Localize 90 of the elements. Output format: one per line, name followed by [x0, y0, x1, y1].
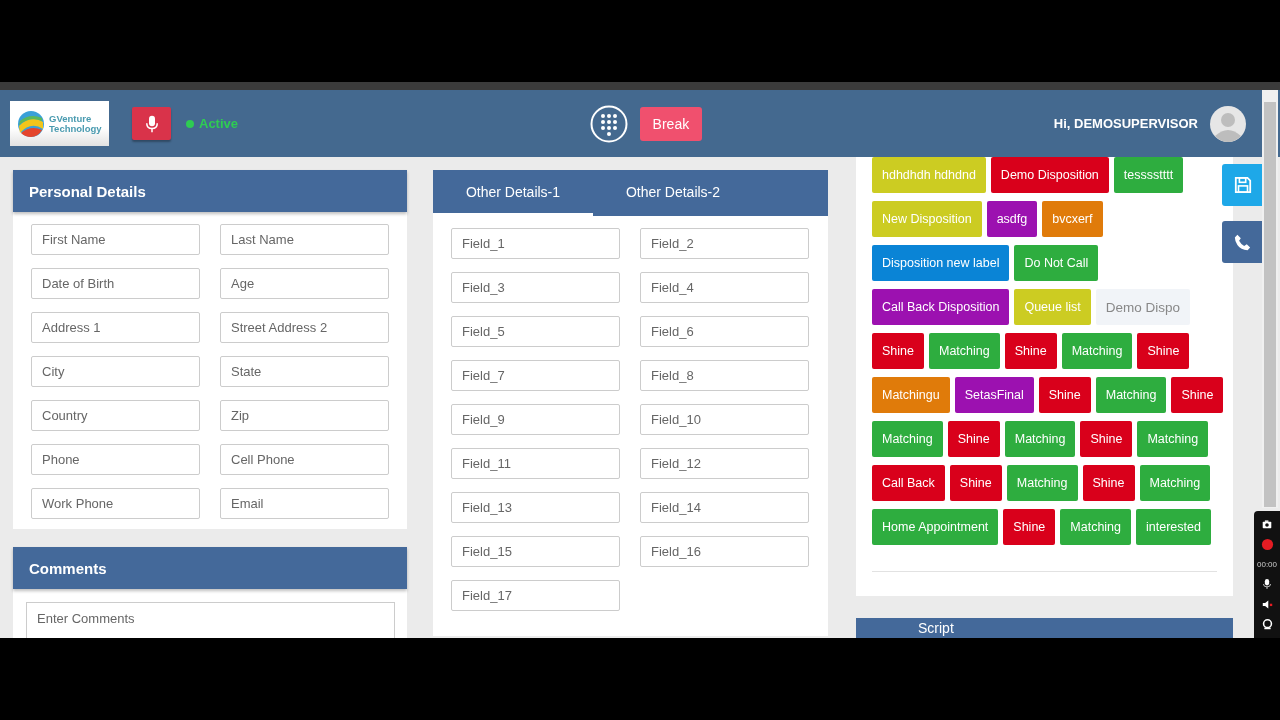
input-field[interactable]: Field_14: [640, 492, 809, 523]
disposition-button[interactable]: Matching: [1139, 465, 1211, 501]
scrollbar[interactable]: [1262, 90, 1278, 508]
disposition-button[interactable]: Call Back: [872, 465, 945, 501]
tab[interactable]: Other Details-2: [593, 170, 753, 216]
status-dot: [186, 119, 194, 128]
break-button[interactable]: Break: [639, 106, 703, 141]
panel-title: Comments: [29, 559, 107, 577]
input-field[interactable]: Country: [31, 400, 200, 431]
input-field[interactable]: City: [31, 356, 200, 387]
disposition-button[interactable]: Do Not Call: [1014, 245, 1099, 281]
input-field[interactable]: Last Name: [220, 224, 389, 255]
disposition-button[interactable]: Matching: [1006, 465, 1078, 501]
input-field[interactable]: Street Address 2: [220, 312, 389, 343]
webcam-icon[interactable]: [1261, 619, 1273, 631]
comments-field[interactable]: Enter Comments: [26, 602, 395, 638]
disposition-button[interactable]: Shine: [949, 465, 1002, 501]
input-field[interactable]: Field_15: [451, 536, 620, 567]
input-field[interactable]: Field_12: [640, 448, 809, 479]
input-field[interactable]: State: [220, 356, 389, 387]
disposition-button[interactable]: Matching: [1061, 333, 1133, 369]
input-field[interactable]: Field_17: [451, 580, 620, 611]
input-field[interactable]: Field_3: [451, 272, 620, 303]
panel-title: Personal Details: [29, 182, 146, 200]
input-field[interactable]: Age: [220, 268, 389, 299]
disposition-button[interactable]: Call Back Disposition: [872, 289, 1010, 325]
input-field[interactable]: Field_1: [451, 228, 620, 259]
input-field[interactable]: Field_7: [451, 360, 620, 391]
logo-text: GVenture: [49, 113, 93, 124]
dialpad-icon[interactable]: [589, 104, 628, 143]
input-field[interactable]: Address 1: [31, 312, 200, 343]
disposition-button[interactable]: Shine: [1038, 377, 1091, 413]
input-field[interactable]: Field_9: [451, 404, 620, 435]
disposition-button[interactable]: Matching: [1004, 421, 1076, 457]
disposition-button[interactable]: Demo Disposition: [990, 157, 1109, 193]
disposition-button[interactable]: tesssstttt: [1113, 157, 1184, 193]
avatar-icon[interactable]: [1210, 105, 1246, 142]
disposition-button[interactable]: Demo Dispo: [1095, 289, 1190, 325]
input-field[interactable]: Email: [220, 488, 389, 519]
logo-text: Technology: [49, 123, 102, 134]
logo-icon: [16, 108, 46, 139]
input-field[interactable]: Phone: [31, 444, 200, 475]
disposition-button[interactable]: Matchingu: [872, 377, 950, 413]
disposition-button[interactable]: Home Appointment: [872, 509, 999, 545]
input-field[interactable]: Field_10: [640, 404, 809, 435]
input-field[interactable]: Field_13: [451, 492, 620, 523]
input-field[interactable]: Field_2: [640, 228, 809, 259]
status-label: Active: [199, 116, 239, 131]
disposition-button[interactable]: asdfg: [986, 201, 1038, 237]
disposition-button[interactable]: Shine: [1080, 421, 1133, 457]
speaker-icon[interactable]: [1261, 599, 1273, 611]
disposition-button[interactable]: Matching: [1060, 509, 1132, 545]
disposition-button[interactable]: Matching: [1137, 421, 1209, 457]
input-field[interactable]: Field_8: [640, 360, 809, 391]
disposition-button[interactable]: Shine: [872, 333, 924, 369]
phone-icon: [1234, 233, 1251, 251]
disposition-button[interactable]: SetasFinal: [954, 377, 1034, 413]
disposition-button[interactable]: Disposition new label: [872, 245, 1010, 281]
input-field[interactable]: Field_16: [640, 536, 809, 567]
record-icon[interactable]: [1260, 537, 1274, 551]
save-button[interactable]: [1222, 164, 1263, 206]
tab[interactable]: Other Details-1: [433, 170, 593, 216]
input-field[interactable]: Cell Phone: [220, 444, 389, 475]
disposition-button[interactable]: Shine: [1171, 377, 1224, 413]
timer: 00:00: [1257, 559, 1277, 569]
input-field[interactable]: Zip: [220, 400, 389, 431]
microphone-icon: [145, 114, 158, 133]
disposition-button[interactable]: Shine: [1082, 465, 1135, 501]
input-field[interactable]: Field_6: [640, 316, 809, 347]
input-field[interactable]: Field_5: [451, 316, 620, 347]
input-field[interactable]: Field_4: [640, 272, 809, 303]
call-button[interactable]: [1222, 221, 1263, 263]
microphone-button[interactable]: [132, 107, 171, 140]
input-field[interactable]: Work Phone: [31, 488, 200, 519]
disposition-button[interactable]: Matching: [1095, 377, 1167, 413]
disposition-button[interactable]: Matching: [872, 421, 943, 457]
input-field[interactable]: Field_11: [451, 448, 620, 479]
input-field[interactable]: Date of Birth: [31, 268, 200, 299]
disposition-button[interactable]: Shine: [947, 421, 1000, 457]
panel-title: Script: [918, 620, 954, 636]
disposition-button[interactable]: Matching: [929, 333, 1000, 369]
disposition-button[interactable]: Shine: [1004, 333, 1057, 369]
disposition-button[interactable]: Shine: [1137, 333, 1190, 369]
camera-icon[interactable]: [1262, 518, 1272, 529]
input-field[interactable]: First Name: [31, 224, 200, 255]
user-greeting: Hi, DEMOSUPERVISOR: [1053, 116, 1198, 131]
disposition-button[interactable]: interested: [1136, 509, 1211, 545]
save-icon: [1233, 176, 1252, 194]
disposition-button[interactable]: bvcxerf: [1042, 201, 1103, 237]
disposition-button[interactable]: Shine: [1003, 509, 1056, 545]
